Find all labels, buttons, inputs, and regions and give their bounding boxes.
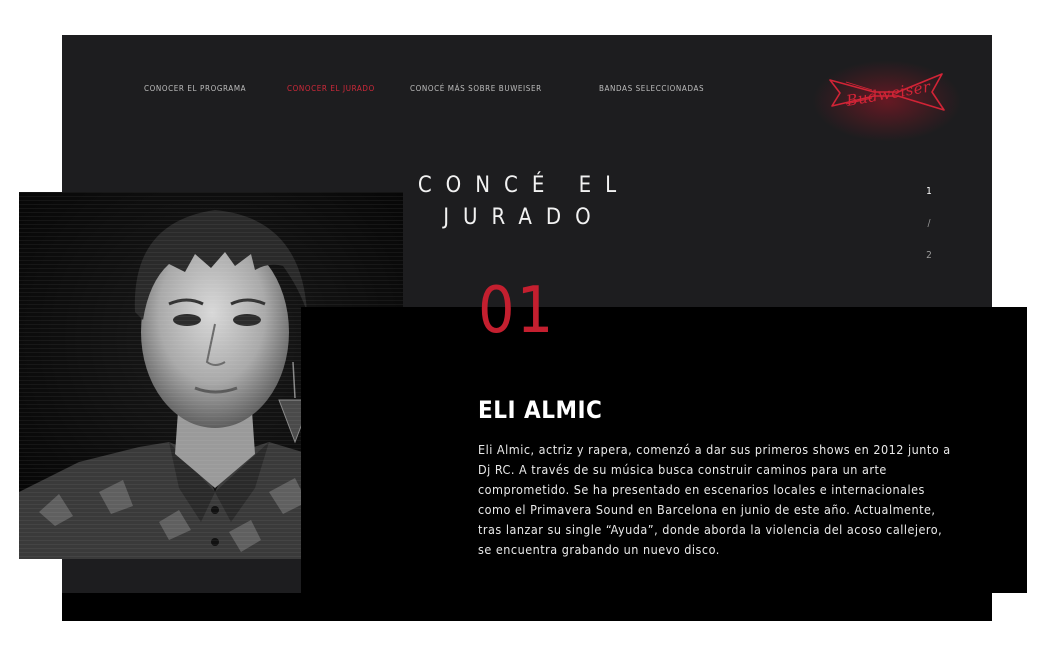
nav-conoce-buweiser[interactable]: CONOCÉ MÁS SOBRE BUWEISER	[410, 84, 542, 93]
nav-conocer-programa[interactable]: CONOCER EL PROGRAMA	[144, 84, 246, 93]
pager-total[interactable]: 2	[920, 250, 938, 262]
budweiser-wordmark: Budweiser	[844, 77, 932, 110]
pager-separator: /	[927, 218, 931, 229]
pager-current[interactable]: 1	[920, 186, 938, 198]
budweiser-logo[interactable]: Budweiser	[826, 66, 948, 116]
panel-bottom-band	[62, 593, 992, 621]
svg-text:Budweiser: Budweiser	[844, 77, 932, 110]
juror-number: 01	[478, 274, 556, 348]
page-title: CONCÉ EL JURADO	[417, 172, 631, 230]
juror-bio: Eli Almic, actriz y rapera, comenzó a da…	[478, 441, 951, 557]
nav-conocer-jurado[interactable]: CONOCER EL JURADO	[287, 84, 375, 93]
juror-name: ELI ALMIC	[478, 395, 603, 424]
pagination: 1 / 2	[920, 186, 938, 262]
nav-bandas-seleccionadas[interactable]: BANDAS SELECCIONADAS	[599, 84, 704, 93]
